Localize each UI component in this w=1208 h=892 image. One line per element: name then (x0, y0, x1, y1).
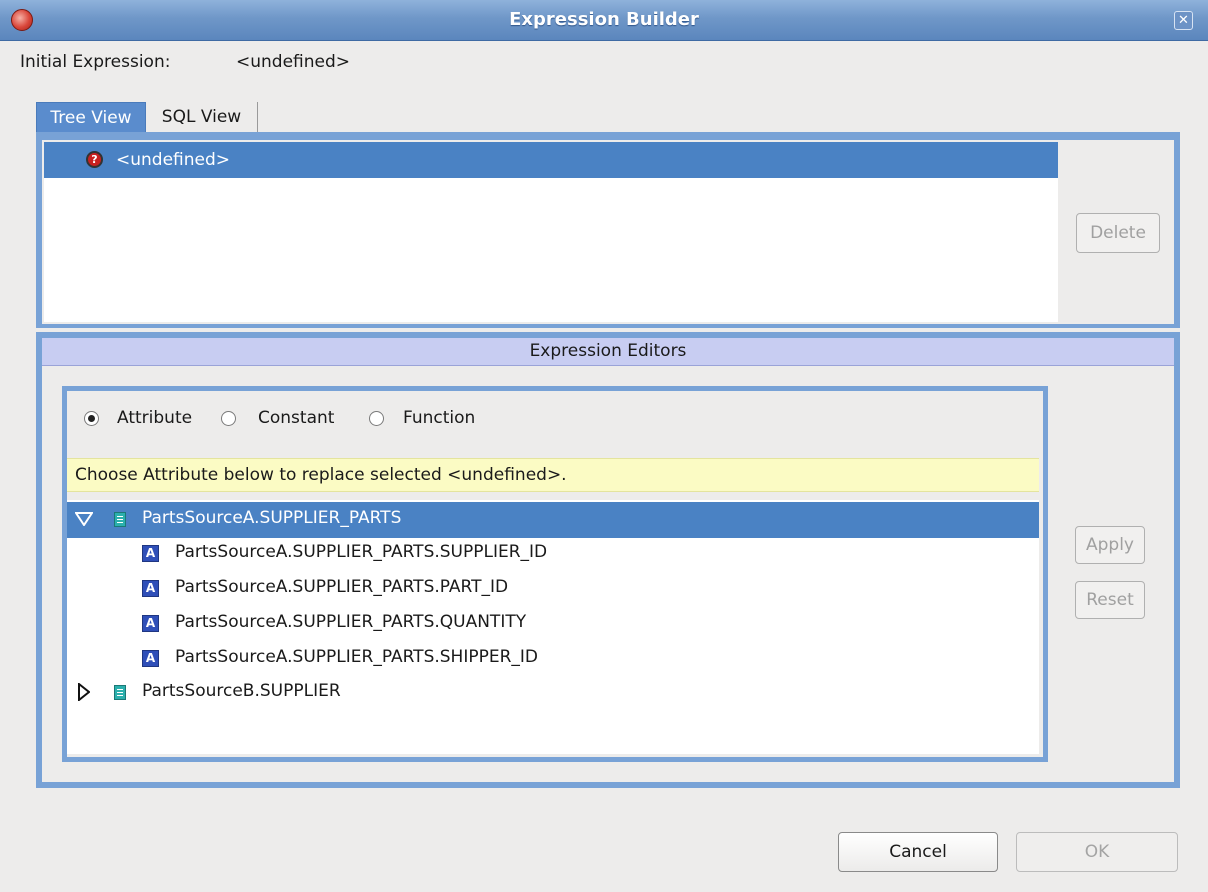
attribute-icon: A (142, 545, 159, 562)
close-button[interactable]: ✕ (1174, 11, 1193, 30)
table-icon (114, 685, 126, 700)
attribute-group-label[interactable]: PartsSourceB.SUPPLIER (142, 681, 341, 701)
tab-sql-view[interactable]: SQL View (146, 102, 258, 132)
attribute-icon: A (142, 580, 159, 597)
undefined-node-icon: ? (86, 151, 103, 168)
radio-constant[interactable] (221, 411, 236, 426)
window-title: Expression Builder (509, 9, 699, 30)
ok-button[interactable]: OK (1016, 832, 1178, 872)
initial-expression-value: <undefined> (236, 52, 351, 72)
hint-message: Choose Attribute below to replace select… (67, 458, 1039, 492)
radio-function[interactable] (369, 411, 384, 426)
table-icon (114, 512, 126, 527)
cancel-button[interactable]: Cancel (838, 832, 998, 872)
radio-constant-label[interactable]: Constant (258, 408, 334, 428)
tab-tree-view[interactable]: Tree View (36, 102, 146, 132)
collapsed-triangle-icon[interactable] (78, 683, 90, 701)
radio-attribute[interactable] (84, 411, 99, 426)
attribute-icon: A (142, 615, 159, 632)
expression-editors-header: Expression Editors (42, 338, 1174, 366)
attribute-item[interactable]: PartsSourceA.SUPPLIER_PARTS.SHIPPER_ID (175, 647, 538, 667)
attribute-item[interactable]: PartsSourceA.SUPPLIER_PARTS.QUANTITY (175, 612, 526, 632)
tree-node-label: <undefined> (116, 150, 231, 170)
attribute-icon: A (142, 650, 159, 667)
reset-button[interactable]: Reset (1075, 581, 1145, 619)
delete-button[interactable]: Delete (1076, 213, 1160, 253)
attribute-item[interactable]: PartsSourceA.SUPPLIER_PARTS.SUPPLIER_ID (175, 542, 547, 562)
attribute-item[interactable]: PartsSourceA.SUPPLIER_PARTS.PART_ID (175, 577, 508, 597)
initial-expression-label: Initial Expression: (20, 52, 171, 72)
radio-attribute-label[interactable]: Attribute (117, 408, 192, 428)
expanded-triangle-icon[interactable] (75, 512, 93, 526)
apply-button[interactable]: Apply (1075, 526, 1145, 564)
attribute-group-label: PartsSourceA.SUPPLIER_PARTS (142, 508, 402, 528)
radio-function-label[interactable]: Function (403, 408, 475, 428)
